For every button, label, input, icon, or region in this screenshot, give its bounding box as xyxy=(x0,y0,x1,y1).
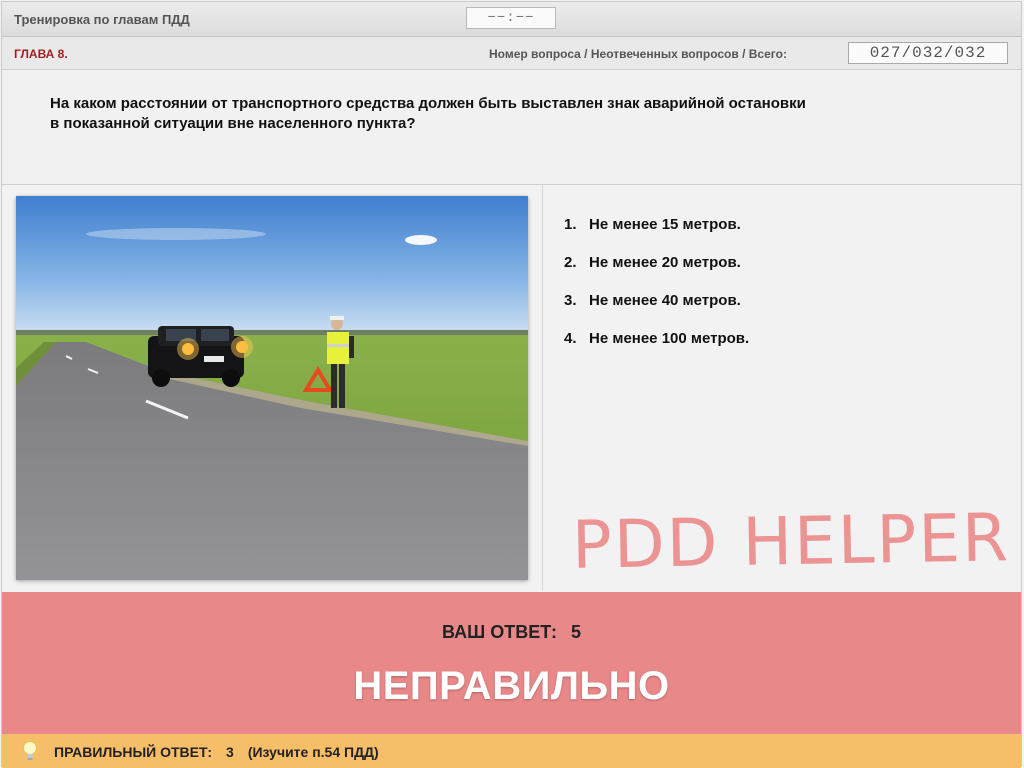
answer-number: 1. xyxy=(564,216,577,233)
title-bar: Тренировка по главам ПДД −−:−− xyxy=(2,2,1021,37)
answer-text: Не менее 100 метров. xyxy=(589,330,750,347)
your-answer-value: 5 xyxy=(570,622,581,642)
question-panel: На каком расстоянии от транспортного сре… xyxy=(2,70,1021,185)
answer-option-3[interactable]: 3. Не менее 40 метров. xyxy=(564,291,749,329)
correct-answer-value: 3 xyxy=(226,744,234,760)
verdict-text: НЕПРАВИЛЬНО xyxy=(353,664,670,708)
hint-bar: ПРАВИЛЬНЫЙ ОТВЕТ: 3 (Изучите п.54 ПДД) xyxy=(2,734,1021,768)
lightbulb-icon xyxy=(23,741,37,760)
app-window: Тренировка по главам ПДД −−:−− ГЛАВА 8. … xyxy=(1,1,1022,768)
image-panel xyxy=(2,185,543,591)
question-photo xyxy=(16,196,528,580)
answer-text: Не менее 15 метров. xyxy=(589,216,741,233)
watermark-logo: PDD HELPER xyxy=(571,499,1011,584)
answer-number: 3. xyxy=(564,292,577,309)
answer-number: 4. xyxy=(564,330,577,347)
content-area: 1. Не менее 15 метров. 2. Не менее 20 метр… xyxy=(2,185,1021,591)
answer-option-1[interactable]: 1. Не менее 15 метров. xyxy=(564,215,749,253)
question-line-1: На каком расстоянии от транспортного сре… xyxy=(50,95,806,112)
chapter-label: ГЛАВА 8. xyxy=(14,47,68,61)
answer-option-4[interactable]: 4. Не менее 100 метров. xyxy=(564,329,749,367)
app-title: Тренировка по главам ПДД xyxy=(14,12,190,27)
info-bar: ГЛАВА 8. Номер вопроса / Неотвеченных во… xyxy=(2,37,1021,70)
your-answer: ВАШ ОТВЕТ: 5 xyxy=(2,622,1021,643)
your-answer-label: ВАШ ОТВЕТ: xyxy=(442,622,557,642)
correct-answer-label: ПРАВИЛЬНЫЙ ОТВЕТ: xyxy=(54,744,213,760)
correct-answer-hint: ПРАВИЛЬНЫЙ ОТВЕТ: 3 (Изучите п.54 ПДД) xyxy=(54,744,393,760)
road-scene-image xyxy=(16,196,528,580)
answer-text: Не менее 40 метров. xyxy=(589,292,741,309)
timer-display: −−:−− xyxy=(466,7,556,29)
answer-option-2[interactable]: 2. Не менее 20 метров. xyxy=(564,253,749,291)
question-text: На каком расстоянии от транспортного сре… xyxy=(50,94,920,134)
question-counter: 027/032/032 xyxy=(848,42,1008,64)
rule-reference: (Изучите п.54 ПДД) xyxy=(247,744,379,760)
answer-list: 1. Не менее 15 метров. 2. Не менее 20 метр… xyxy=(564,215,749,367)
result-panel: ВАШ ОТВЕТ: 5 НЕПРАВИЛЬНО xyxy=(2,592,1021,734)
answer-text: Не менее 20 метров. xyxy=(589,254,741,271)
question-line-2: в показанной ситуации вне населенного пу… xyxy=(50,115,416,132)
answer-number: 2. xyxy=(564,254,577,271)
question-counter-label: Номер вопроса / Неотвеченных вопросов / … xyxy=(489,47,787,61)
